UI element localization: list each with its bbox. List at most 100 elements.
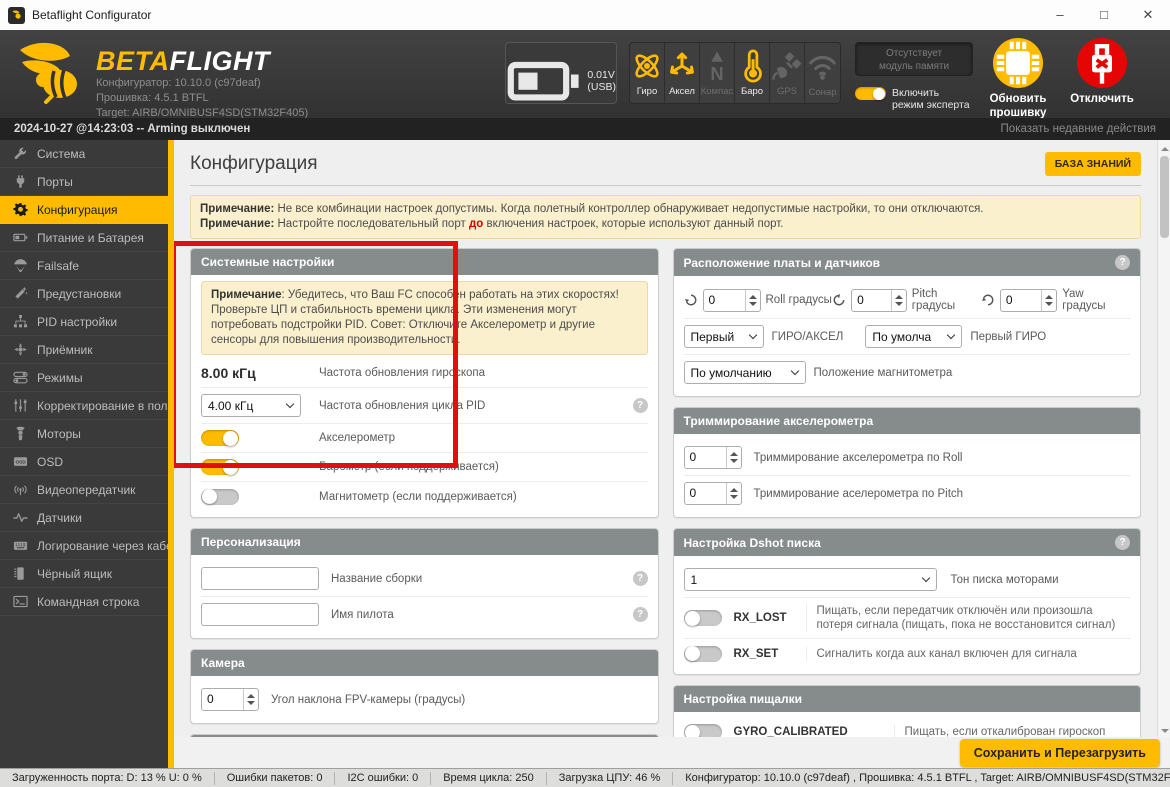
parachute-icon — [13, 258, 28, 273]
scroll-down-arrow[interactable] — [1158, 723, 1170, 737]
sidebar-item-power-battery[interactable]: Питание и Батарея — [0, 224, 168, 252]
app-header: BETAFLIGHT Конфигуратор: 10.10.0 (c97dea… — [0, 30, 1170, 135]
system-note: Примечание: Убедитесь, что Ваш FC способ… — [201, 281, 648, 355]
dshot-rx-set-toggle[interactable] — [683, 645, 722, 662]
sidebar-item-osd[interactable]: OSD OSD — [0, 448, 168, 476]
pitch-rotation-icon — [832, 293, 846, 307]
help-icon[interactable] — [632, 607, 648, 622]
battery-voltage: 0.01V (USB) — [587, 69, 616, 94]
accelerometer-toggle[interactable] — [201, 430, 239, 446]
barometer-toggle[interactable] — [201, 459, 239, 475]
sidebar-item-failsafe[interactable]: Failsafe — [0, 252, 168, 280]
svg-text:OSD: OSD — [15, 460, 26, 465]
battery-panel: 0.01V (USB) — [505, 42, 617, 135]
help-icon[interactable] — [632, 571, 648, 586]
gps-icon — [770, 49, 804, 83]
sensor-baro: Баро — [735, 43, 770, 103]
help-icon[interactable] — [1115, 535, 1130, 550]
sensor-accel: Аксел — [665, 43, 700, 103]
content-scroll-area: Конфигурация БАЗА ЗНАНИЙ Примечание: Не … — [174, 140, 1157, 737]
pid-frequency-select[interactable]: 4.00 кГц — [201, 394, 301, 417]
section-beeper-configuration: Настройка пищалки GYRO_CALIBRATED Пищать… — [672, 685, 1141, 737]
first-gyro-select[interactable]: По умолча — [865, 325, 963, 348]
gyro-accel-select[interactable]: Первый — [683, 325, 764, 348]
sidebar-item-ports[interactable]: Порты — [0, 168, 168, 196]
sensor-gps: GPS — [770, 43, 805, 103]
dshot-rx-lost-toggle[interactable] — [683, 610, 722, 626]
status-packet-errors: Ошибки пакетов: 0 — [215, 771, 336, 785]
blackbox-icon — [13, 566, 28, 581]
pilot-name-input[interactable] — [201, 603, 319, 626]
status-port-usage: Загруженность порта: D: 13 % U: 0 % — [0, 771, 215, 785]
section-board-sensor-alignment: Расположение платы и датчиков 0 Roll гра… — [672, 248, 1141, 397]
barometer-icon — [735, 49, 769, 83]
pitch-degrees-stepper[interactable]: 0 — [851, 288, 907, 312]
hierarchy-icon — [13, 314, 28, 329]
window-titlebar: Betaflight Configurator – □ ✕ — [0, 0, 1170, 30]
quadcopter-icon — [13, 342, 28, 357]
terminal-icon — [13, 594, 28, 609]
sensor-compass: N Компас — [700, 43, 735, 103]
sidebar-item-tethered-logging[interactable]: Логирование через кабель — [0, 532, 186, 560]
sidebar-footer — [0, 737, 174, 768]
expert-mode-toggle[interactable] — [855, 87, 886, 100]
log-message: 2024-10-27 @14:23:03 -- Arming выключен — [14, 123, 251, 135]
sidebar-item-sensors[interactable]: Датчики — [0, 504, 168, 532]
roll-degrees-stepper[interactable]: 0 — [702, 288, 761, 312]
acc-trim-roll-stepper[interactable]: 0 — [683, 446, 742, 469]
help-icon[interactable] — [632, 398, 648, 413]
sliders-icon — [13, 398, 28, 413]
minimize-button[interactable]: – — [1038, 0, 1082, 30]
section-accelerometer-trim: Триммирование акселерометра 0 Триммирова… — [672, 407, 1141, 518]
chip-icon — [993, 38, 1043, 88]
sidebar-item-blackbox[interactable]: Чёрный ящик — [0, 560, 168, 588]
beacon-tone-select[interactable]: 1 — [683, 568, 937, 591]
osd-icon: OSD — [13, 454, 28, 469]
scrollbar-thumb[interactable] — [1159, 156, 1169, 238]
close-button[interactable]: ✕ — [1126, 0, 1170, 30]
knowledge-base-button[interactable]: БАЗА ЗНАНИЙ — [1044, 152, 1141, 176]
sidebar-item-adjustments[interactable]: Корректирование в полёте — [0, 392, 186, 420]
section-dshot-beacon: Настройка Dshot писка 1 Тон писка мотора… — [672, 528, 1141, 675]
sidebar-item-configuration[interactable]: Конфигурация — [0, 196, 168, 224]
sidebar-item-cli[interactable]: Командная строка — [0, 588, 168, 616]
section-system-settings: Системные настройки Примечание: Убедитес… — [174, 241, 659, 518]
status-i2c-errors: I2C ошибки: 0 — [335, 771, 432, 785]
sidebar-item-pid-tuning[interactable]: PID настройки — [0, 308, 168, 336]
craft-name-input[interactable] — [201, 567, 319, 590]
sidebar-item-video-transmitter[interactable]: Видеопередатчик — [0, 476, 168, 504]
sidebar-item-motors[interactable]: Моторы — [0, 420, 168, 448]
sidebar-item-setup[interactable]: Система — [0, 140, 168, 168]
show-log-button[interactable]: Показать недавние действия — [1001, 123, 1156, 135]
save-reboot-button[interactable]: Сохранить и Перезагрузить — [959, 738, 1160, 767]
camera-angle-stepper[interactable]: 0 — [201, 688, 259, 711]
acc-trim-pitch-stepper[interactable]: 0 — [683, 482, 742, 505]
mag-alignment-select[interactable]: По умолчанию — [683, 361, 806, 384]
sensor-status-bar: Гиро Аксел N Компас Баро GPS Сонар — [629, 42, 841, 104]
status-bar: Загруженность порта: D: 13 % U: 0 % Ошиб… — [0, 768, 1170, 787]
maximize-button[interactable]: □ — [1082, 0, 1126, 30]
dataflash-missing-button: Отсутствует модуль памяти — [855, 42, 973, 76]
window-title: Betaflight Configurator — [32, 8, 152, 22]
section-camera: Камера 0 Угол наклона FPV-камеры (градус… — [190, 649, 659, 724]
switches-icon — [13, 370, 28, 385]
expert-mode-label: Включить режим эксперта — [892, 87, 970, 111]
compass-icon: N — [700, 49, 734, 83]
beeper-gyro-calibrated-toggle[interactable] — [683, 724, 722, 737]
scroll-up-arrow[interactable] — [1158, 140, 1170, 154]
disconnect-button[interactable]: Отключить — [1063, 38, 1141, 106]
sidebar-item-receiver[interactable]: Приёмник — [0, 336, 168, 364]
help-icon[interactable] — [1115, 255, 1130, 270]
configurator-version: Конфигуратор: 10.10.0 (c97deaf) — [96, 77, 261, 89]
gyro-icon — [630, 49, 664, 83]
yaw-degrees-stepper[interactable]: 0 — [999, 288, 1058, 312]
sensor-gyro: Гиро — [630, 43, 665, 103]
firmware-version: Прошивка: 4.5.1 BTFL — [96, 92, 209, 104]
wrench-icon — [13, 146, 28, 161]
betaflight-configurator-window: Betaflight Configurator – □ ✕ BETAFLIGHT… — [0, 0, 1170, 787]
sidebar-item-modes[interactable]: Режимы — [0, 364, 168, 392]
firmware-flasher-button[interactable]: Обновить прошивку — [979, 38, 1057, 120]
page-title: Конфигурация — [190, 153, 318, 174]
magnetometer-toggle[interactable] — [201, 488, 239, 505]
sidebar-item-presets[interactable]: Предустановки — [0, 280, 168, 308]
